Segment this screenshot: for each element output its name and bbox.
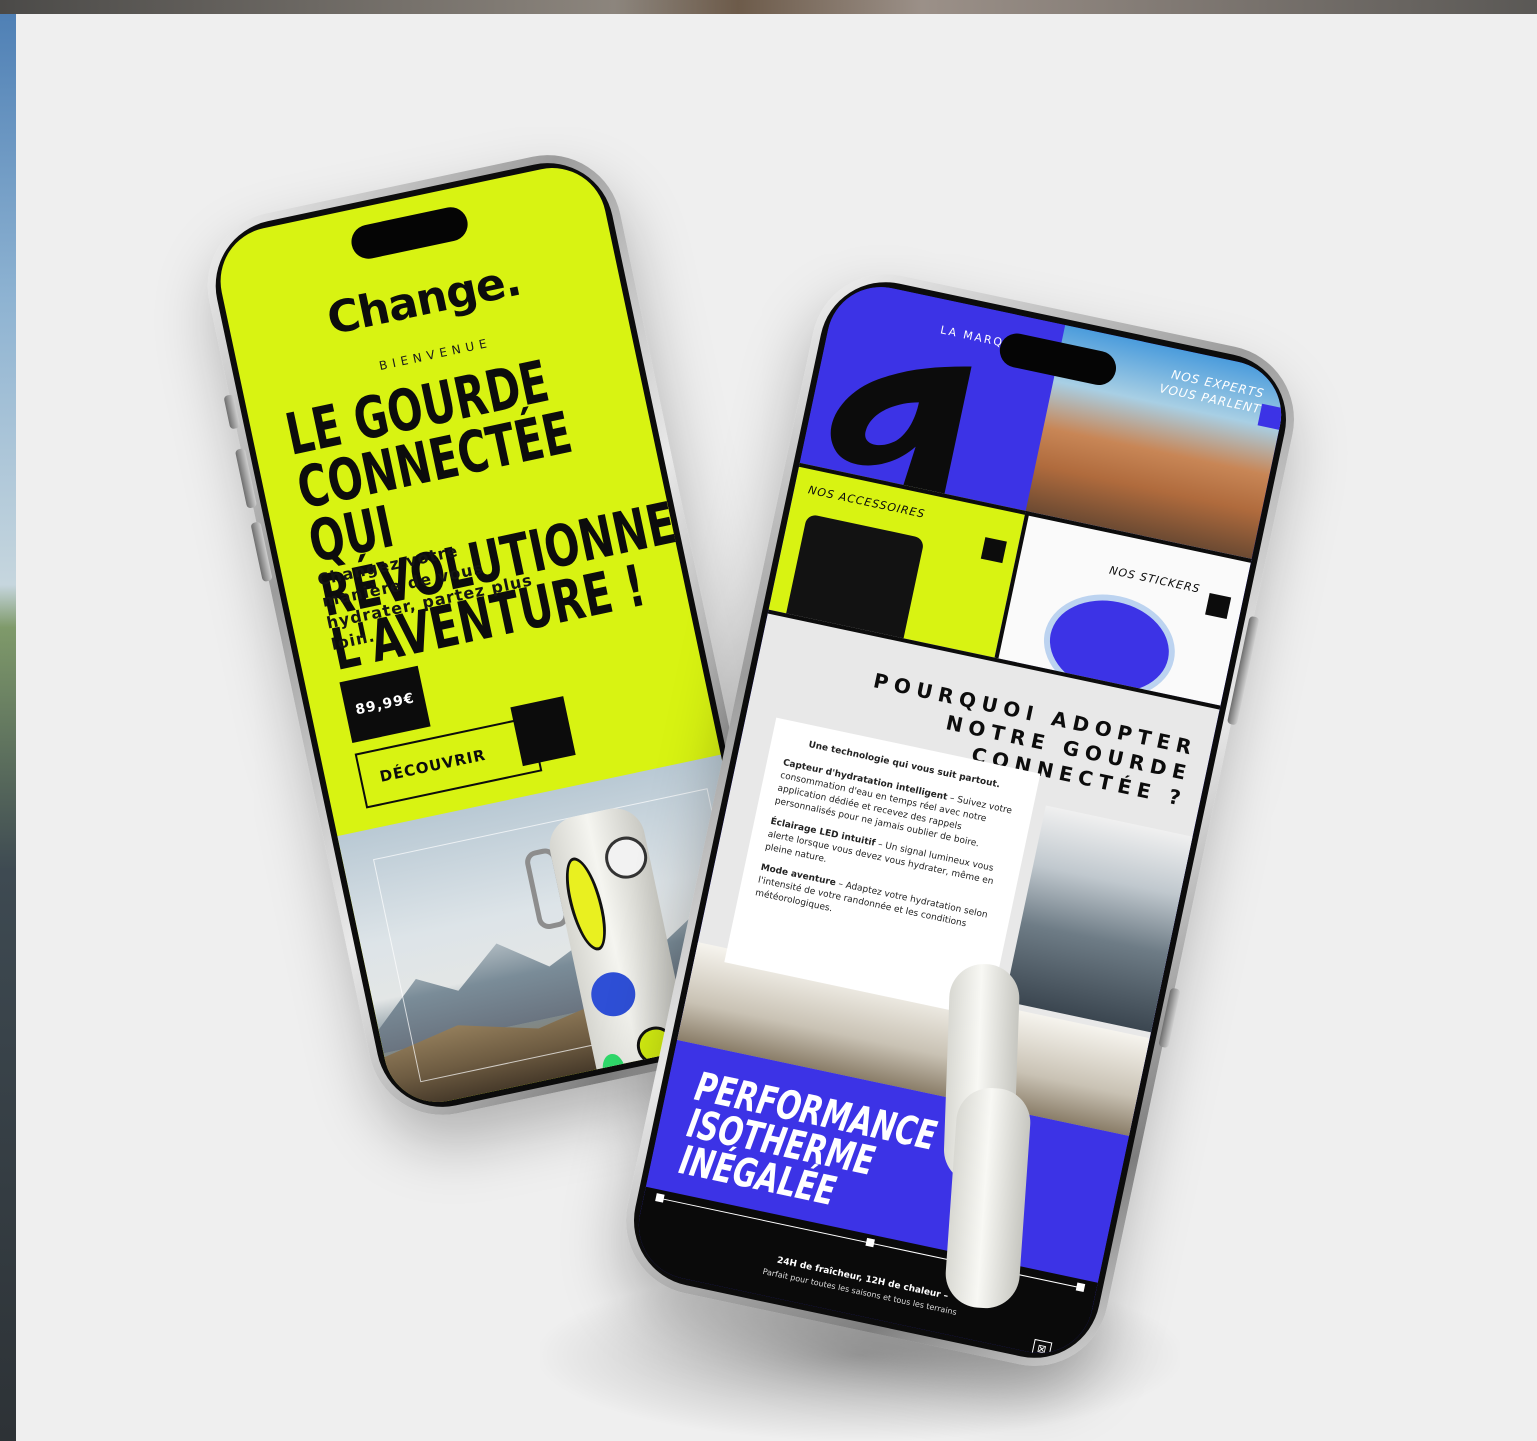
brand-logo: Change. <box>322 254 525 346</box>
phone-right: LA MARQUE NOS EXPERTS VOUS PARLENT NOS A… <box>612 260 1308 1380</box>
tile-stickers-label: NOS STICKERS <box>1108 563 1202 596</box>
tile-experts-label: NOS EXPERTS VOUS PARLENT <box>1158 367 1266 417</box>
footer-dot <box>1075 1282 1086 1293</box>
phone-right-screen: LA MARQUE NOS EXPERTS VOUS PARLENT NOS A… <box>628 277 1292 1363</box>
tile-experts-square-icon <box>1257 403 1284 430</box>
badge-sticker-icon <box>601 832 652 883</box>
footer-dot <box>865 1237 875 1248</box>
tile-accessories-label: NOS ACCESSOIRES <box>806 483 927 521</box>
background-left-strip <box>0 14 16 1441</box>
tile-accessories-square-icon <box>980 537 1007 564</box>
blue-dot-sticker-icon <box>587 968 640 1021</box>
bottle-image-front <box>943 1085 1033 1311</box>
tile-stickers-square-icon <box>1205 592 1232 620</box>
discover-button-block[interactable] <box>510 696 576 767</box>
lightning-sticker-icon <box>560 853 612 955</box>
footer-dot <box>655 1193 665 1203</box>
background-top-strip <box>0 0 1537 14</box>
phone-left-dynamic-island <box>348 204 471 262</box>
performance-headline: PERFORMANCE ISOTHERME INÉGALÉE <box>675 1062 940 1223</box>
